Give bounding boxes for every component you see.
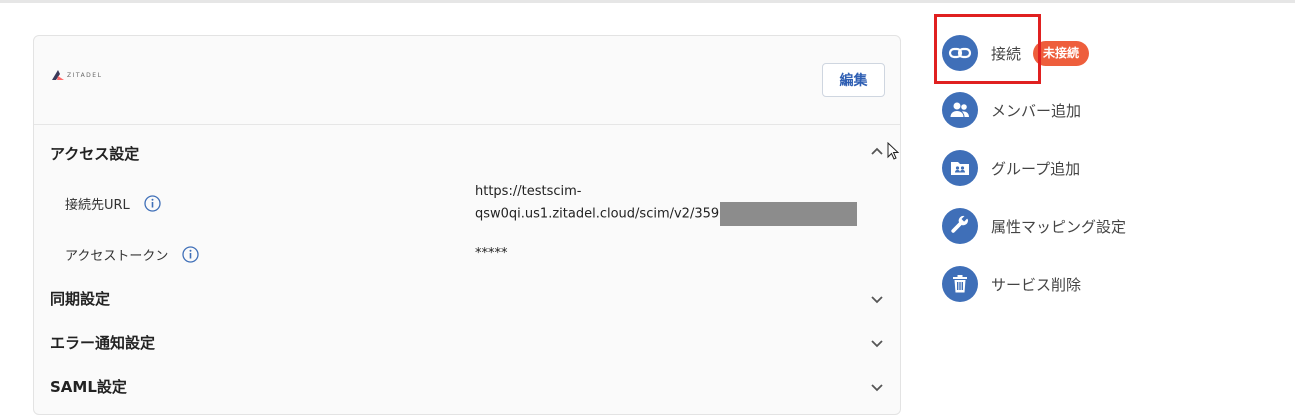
attribute-mapping-action[interactable]: 属性マッピング設定: [942, 208, 1126, 244]
redaction-mask: [720, 202, 858, 226]
service-card: ZITADEL 編集 アクセス設定 接続先URL https://testsci…: [33, 35, 901, 415]
logo-text: ZITADEL: [67, 71, 103, 79]
section-error-notify-settings[interactable]: エラー通知設定: [50, 332, 155, 353]
url-value: https://testscim- qsw0qi.us1.zitadel.clo…: [475, 181, 858, 226]
info-icon[interactable]: [182, 246, 200, 263]
delete-service-label: サービス削除: [991, 275, 1082, 294]
chevron-down-icon[interactable]: [870, 381, 884, 395]
token-value: *****: [475, 246, 508, 261]
add-member-action[interactable]: メンバー追加: [942, 92, 1081, 128]
url-value-text: qsw0qi.us1.zitadel.cloud/scim/v2/359: [475, 206, 720, 222]
delete-service-action[interactable]: サービス削除: [942, 266, 1081, 302]
chevron-up-icon[interactable]: [870, 144, 884, 158]
add-group-label: グループ追加: [991, 159, 1081, 178]
chevron-down-icon[interactable]: [870, 337, 884, 351]
trash-icon: [942, 266, 978, 302]
section-access-settings[interactable]: アクセス設定: [50, 143, 139, 164]
users-icon: [942, 92, 978, 128]
top-divider: [0, 0, 1295, 3]
url-label: 接続先URL: [65, 198, 130, 213]
info-icon[interactable]: [144, 195, 161, 212]
highlight-box: [934, 14, 1041, 84]
card-header: ZITADEL 編集: [34, 36, 900, 125]
edit-button[interactable]: 編集: [822, 63, 885, 97]
section-sync-settings[interactable]: 同期設定: [50, 288, 110, 309]
service-logo: ZITADEL: [52, 70, 102, 80]
zitadel-logo-icon: [52, 70, 64, 80]
section-saml-settings[interactable]: SAML設定: [50, 376, 127, 397]
token-label: アクセストークン: [65, 249, 169, 264]
group-folder-icon: [942, 150, 978, 186]
wrench-icon: [942, 208, 978, 244]
mouse-cursor-icon: [887, 142, 900, 160]
add-group-action[interactable]: グループ追加: [942, 150, 1080, 186]
chevron-down-icon[interactable]: [870, 293, 884, 307]
url-row-label: 接続先URL: [65, 194, 161, 213]
status-badge: 未接続: [1033, 40, 1090, 66]
add-member-label: メンバー追加: [991, 101, 1082, 120]
token-row-label: アクセストークン: [65, 245, 200, 264]
url-value-line2: qsw0qi.us1.zitadel.cloud/scim/v2/359: [475, 202, 858, 226]
url-value-line1: https://testscim-: [475, 184, 582, 199]
attribute-mapping-label: 属性マッピング設定: [991, 217, 1127, 236]
